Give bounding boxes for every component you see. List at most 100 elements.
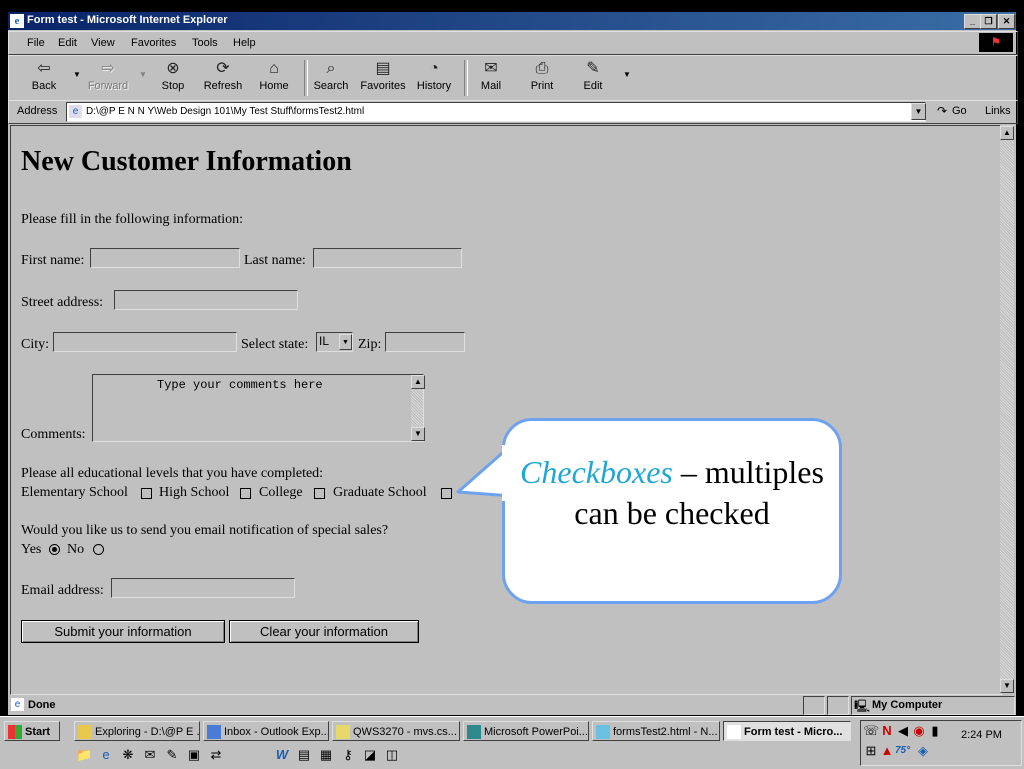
- printer-icon: ⎙: [535, 60, 549, 77]
- task-outlook[interactable]: Inbox - Outlook Exp...: [203, 721, 329, 741]
- page-scrollbar[interactable]: ▲ ▼: [1000, 125, 1014, 693]
- calendar-quick-icon[interactable]: ▦: [318, 747, 334, 763]
- close-button[interactable]: ✕: [998, 14, 1015, 29]
- tray-virus-icon[interactable]: ◉: [911, 723, 927, 739]
- state-select[interactable]: IL ▼: [316, 332, 353, 352]
- state-dropdown-icon[interactable]: ▼: [339, 334, 352, 350]
- task-exploring[interactable]: Exploring - D:\@P E ...: [74, 721, 200, 741]
- menu-tools[interactable]: Tools: [192, 37, 218, 49]
- edu-high-school-label: High School: [159, 485, 230, 500]
- home-button[interactable]: ⌂ Home: [251, 58, 297, 98]
- go-button[interactable]: Go: [952, 105, 967, 117]
- comments-textarea[interactable]: Type your comments here ▲ ▼: [92, 374, 425, 442]
- no-radio[interactable]: [93, 544, 104, 555]
- task-powerpoint[interactable]: Microsoft PowerPoi...: [463, 721, 589, 741]
- address-dropdown-button[interactable]: ▼: [911, 103, 926, 120]
- clock[interactable]: 2:24 PM: [961, 729, 1002, 741]
- first-name-field[interactable]: [90, 248, 240, 268]
- clear-button[interactable]: Clear your information: [229, 620, 419, 643]
- network-quick-icon[interactable]: ❋: [120, 747, 136, 763]
- scroll-down-icon[interactable]: ▼: [411, 427, 425, 441]
- settings-quick-icon[interactable]: ◫: [384, 747, 400, 763]
- tray-volume-icon[interactable]: ◀: [895, 723, 911, 739]
- intro-text: Please fill in the following information…: [21, 212, 244, 227]
- tray-norton-icon[interactable]: N: [879, 723, 895, 739]
- street-address-field[interactable]: [114, 290, 298, 310]
- edu-high-school-checkbox[interactable]: [240, 488, 251, 499]
- city-field[interactable]: [53, 332, 237, 352]
- menu-edit[interactable]: Edit: [58, 37, 77, 49]
- edu-college-checkbox[interactable]: [314, 488, 325, 499]
- state-label: Select state:: [241, 337, 309, 352]
- refresh-button[interactable]: ⟳ Refresh: [200, 58, 246, 98]
- menu-help[interactable]: Help: [233, 37, 256, 49]
- scroll-down-icon[interactable]: ▼: [1000, 679, 1014, 693]
- ie-icon: e: [10, 14, 24, 28]
- yes-radio[interactable]: [49, 544, 60, 555]
- transfer-quick-icon[interactable]: ⇄: [208, 747, 224, 763]
- back-button[interactable]: ⇦ Back: [21, 58, 67, 98]
- notepad-quick-icon[interactable]: ✎: [164, 747, 180, 763]
- title-bar[interactable]: e Form test - Microsoft Internet Explore…: [8, 12, 1016, 30]
- comments-text: Type your comments here: [157, 378, 323, 392]
- street-address-label: Street address:: [21, 295, 104, 310]
- history-icon: ◔: [429, 60, 439, 77]
- menu-view[interactable]: View: [91, 37, 115, 49]
- back-dropdown-icon[interactable]: ▼: [73, 70, 81, 79]
- email-address-field[interactable]: [111, 578, 295, 598]
- print-button[interactable]: ⎙ Print: [519, 58, 565, 98]
- explorer-quick-icon[interactable]: 📁: [76, 747, 92, 763]
- minimize-button[interactable]: _: [964, 14, 981, 29]
- submit-button[interactable]: Submit your information: [21, 620, 225, 643]
- toolbar-more-icon[interactable]: ▼: [623, 70, 631, 79]
- zip-field[interactable]: [385, 332, 465, 352]
- edu-graduate-checkbox[interactable]: [441, 488, 452, 499]
- zone-panel: 🖳 My Computer: [851, 696, 1015, 715]
- powerpoint-icon: [467, 725, 481, 739]
- tray-alert-icon[interactable]: ▲: [879, 743, 895, 759]
- forward-button[interactable]: ⇨ Forward: [85, 58, 131, 98]
- outlook-quick-icon[interactable]: ✉: [142, 747, 158, 763]
- tray-phone-icon[interactable]: ☏: [863, 723, 879, 739]
- search-button[interactable]: ⌕ Search: [308, 58, 354, 98]
- start-button[interactable]: Start: [4, 721, 60, 741]
- address-text: D:\@P E N N Y\Web Design 101\My Test Stu…: [86, 106, 365, 117]
- links-button[interactable]: Links: [985, 105, 1011, 117]
- scroll-up-icon[interactable]: ▲: [411, 375, 425, 389]
- tray-eye-icon[interactable]: ◈: [915, 743, 931, 759]
- stop-button[interactable]: ⊗ Stop: [150, 58, 196, 98]
- app-quick-icon[interactable]: ◪: [362, 747, 378, 763]
- ie-icon: [727, 725, 741, 739]
- key-quick-icon[interactable]: ⚷: [340, 747, 356, 763]
- notepad-icon: [596, 725, 610, 739]
- edit-button[interactable]: ✎ Edit: [570, 58, 616, 98]
- presentation-quick-icon[interactable]: ▤: [296, 747, 312, 763]
- maximize-button[interactable]: ❐: [980, 14, 997, 29]
- menu-file[interactable]: File: [27, 37, 45, 49]
- address-input[interactable]: e D:\@P E N N Y\Web Design 101\My Test S…: [66, 102, 926, 122]
- task-qws3270[interactable]: QWS3270 - mvs.cs...: [332, 721, 460, 741]
- scroll-up-icon[interactable]: ▲: [1000, 126, 1014, 140]
- comments-scrollbar[interactable]: ▲ ▼: [411, 375, 425, 441]
- display-quick-icon[interactable]: ▣: [186, 747, 202, 763]
- tray-temperature[interactable]: 75°: [895, 745, 910, 756]
- edu-elementary-checkbox[interactable]: [141, 488, 152, 499]
- callout-text: Checkboxes – multiples can be checked: [502, 452, 842, 534]
- mail-button[interactable]: ✉ Mail: [468, 58, 514, 98]
- task-form-test[interactable]: Form test - Micro...: [723, 721, 851, 741]
- email-address-label: Email address:: [21, 583, 104, 598]
- tray-network-icon[interactable]: ⊞: [863, 743, 879, 759]
- word-quick-icon[interactable]: W: [274, 747, 290, 763]
- menu-favorites[interactable]: Favorites: [131, 37, 176, 49]
- favorites-button[interactable]: ▤ Favorites: [358, 58, 408, 98]
- forward-dropdown-icon[interactable]: ▼: [139, 70, 147, 79]
- zone-text: My Computer: [872, 699, 943, 711]
- status-panel: [827, 696, 849, 715]
- task-notepad[interactable]: formsTest2.html - N...: [592, 721, 720, 741]
- history-button[interactable]: ◔ History: [411, 58, 457, 98]
- refresh-icon: ⟳: [216, 60, 230, 77]
- tray-battery-icon[interactable]: ▮: [927, 723, 943, 739]
- last-name-field[interactable]: [313, 248, 462, 268]
- zip-label: Zip:: [358, 337, 382, 352]
- ie-quick-icon[interactable]: e: [98, 747, 114, 763]
